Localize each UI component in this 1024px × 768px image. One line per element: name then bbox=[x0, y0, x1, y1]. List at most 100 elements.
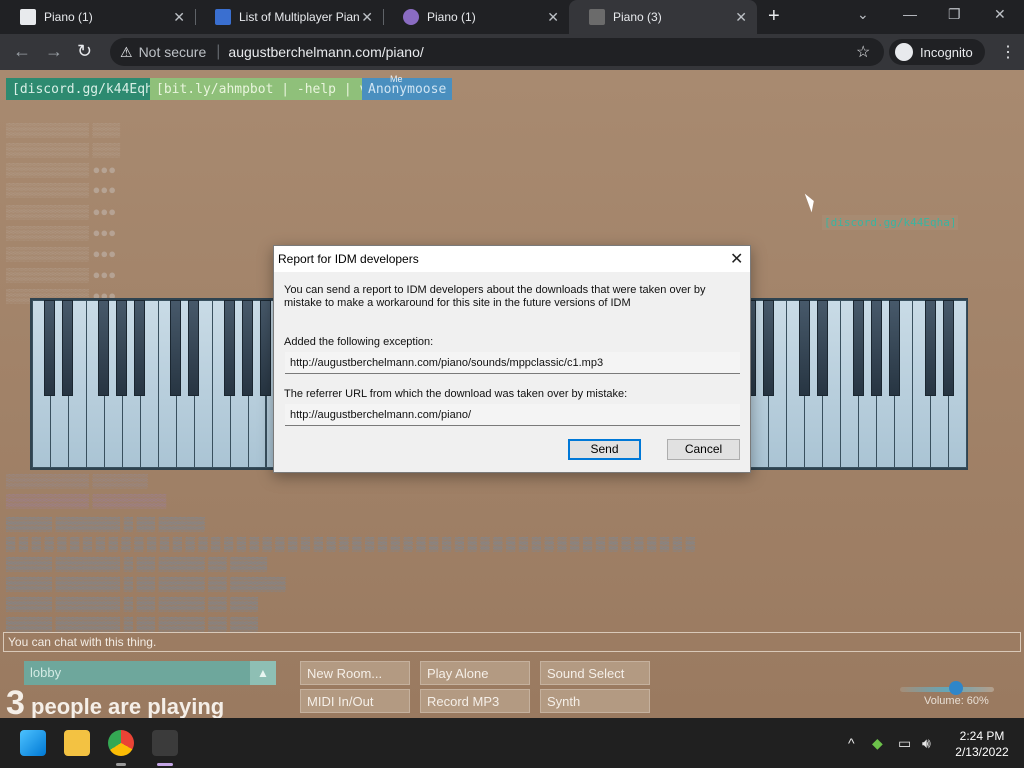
back-arrow-icon[interactable]: ← bbox=[13, 41, 31, 62]
player-count-label: people are playing bbox=[31, 694, 225, 718]
incognito-label: Incognito bbox=[920, 44, 973, 60]
page-favicon-icon bbox=[215, 9, 231, 25]
security-label[interactable]: Not secure bbox=[139, 44, 207, 60]
idm-icon[interactable] bbox=[152, 730, 178, 756]
midi-button[interactable]: MIDI In/Out bbox=[300, 689, 410, 713]
close-icon[interactable]: ✕ bbox=[361, 9, 373, 26]
piano-black-key[interactable] bbox=[798, 300, 810, 396]
incognito-button[interactable]: Incognito bbox=[889, 39, 985, 65]
tab-title: Piano (3) bbox=[613, 10, 662, 24]
synth-button[interactable]: Synth bbox=[540, 689, 650, 713]
piano-favicon-icon bbox=[20, 9, 36, 25]
me-tag: Me bbox=[390, 74, 403, 84]
record-mp3-button[interactable]: Record MP3 bbox=[420, 689, 530, 713]
window-close-icon[interactable]: ✕ bbox=[994, 6, 1006, 23]
exception-url-field[interactable]: http://augustberchelmann.com/piano/sound… bbox=[285, 352, 740, 374]
piano-black-key[interactable] bbox=[816, 300, 828, 396]
close-icon[interactable]: ✕ bbox=[173, 9, 185, 26]
piano-black-key[interactable] bbox=[852, 300, 864, 396]
close-icon[interactable]: ✕ bbox=[730, 249, 743, 269]
chevron-up-icon[interactable]: ▲ bbox=[250, 661, 276, 685]
chat-history-line: ▒▒▒▒▒▒▒▒▒ ▒▒▒▒▒▒ bbox=[6, 473, 148, 488]
dialog-message: You can send a report to IDM developers … bbox=[284, 284, 706, 309]
chat-history-line: ▒▒▒▒▒ ▒▒▒▒▒▒▒ ▒ ▒▒ ▒▒▒▒▒ bbox=[6, 516, 205, 531]
tab-piano-3[interactable]: Piano (3) ✕ bbox=[569, 0, 757, 34]
chat-history-line: ▒▒▒▒▒▒▒▒▒ ▒▒▒▒▒▒▒▒ bbox=[6, 493, 167, 508]
windows-start-icon[interactable] bbox=[20, 730, 46, 756]
piano-black-key[interactable] bbox=[44, 300, 56, 396]
forward-arrow-icon[interactable]: → bbox=[45, 41, 63, 62]
piano-black-key[interactable] bbox=[260, 300, 271, 396]
piano-black-key[interactable] bbox=[242, 300, 254, 396]
warning-icon[interactable]: ⚠ bbox=[120, 44, 133, 61]
idm-tray-icon[interactable]: ◆ bbox=[872, 735, 883, 752]
url-text[interactable]: augustberchelmann.com/piano/ bbox=[228, 44, 423, 60]
tab-piano-1[interactable]: Piano (1) ✕ bbox=[0, 0, 195, 34]
tab-title: Piano (1) bbox=[44, 10, 93, 24]
referrer-label: The referrer URL from which the download… bbox=[284, 388, 628, 400]
new-tab-icon[interactable]: + bbox=[768, 5, 780, 28]
chat-history-line: ▒▒▒▒▒ ▒▒▒▒▒▒▒ ▒ ▒▒ ▒▒▒▒▒ ▒▒ ▒▒▒ bbox=[6, 596, 258, 611]
close-icon[interactable]: ✕ bbox=[735, 9, 747, 26]
chat-history-line: ▒▒▒▒▒▒▒▒▒ ●●● bbox=[6, 204, 117, 219]
windows-taskbar: ^ ◆ ▭ 🔊︎ 2:24 PM 2/13/2022 bbox=[0, 718, 1024, 768]
player-count-number: 3 bbox=[6, 684, 25, 718]
volume-slider-handle[interactable] bbox=[949, 681, 964, 695]
send-button[interactable]: Send bbox=[568, 439, 641, 460]
piano-black-key[interactable] bbox=[116, 300, 128, 396]
divider: | bbox=[216, 43, 221, 60]
chat-history-line: ▒▒▒▒▒▒▒▒▒ ▒▒▒ bbox=[6, 142, 121, 157]
chat-history-line: ▒▒▒▒▒▒▒▒▒ ●●● bbox=[6, 162, 117, 177]
dialog-title: Report for IDM developers bbox=[278, 252, 419, 266]
reload-icon[interactable]: ↻ bbox=[77, 41, 92, 62]
user-badge[interactable]: Anonymoose bbox=[362, 78, 453, 100]
tab-title: List of Multiplayer Pian bbox=[239, 10, 360, 24]
piano-favicon-icon bbox=[589, 9, 605, 25]
bookmark-star-icon[interactable]: ☆ bbox=[856, 42, 870, 62]
tab-title: Piano (1) bbox=[427, 10, 476, 24]
piano-black-key[interactable] bbox=[870, 300, 882, 396]
chat-history-line: ▒▒▒▒▒▒▒▒▒ ●●● bbox=[6, 246, 117, 261]
chat-history-line: ▒▒▒▒▒ ▒▒▒▒▒▒▒ ▒ ▒▒ ▒▒▒▒▒ ▒▒ ▒▒▒▒▒▒ bbox=[6, 576, 286, 591]
network-icon[interactable]: ▭ bbox=[898, 735, 911, 752]
new-room-button[interactable]: New Room... bbox=[300, 661, 410, 685]
volume-label: Volume: 60% bbox=[924, 695, 989, 707]
piano-black-key[interactable] bbox=[98, 300, 110, 396]
cancel-button[interactable]: Cancel bbox=[667, 439, 740, 460]
idm-report-dialog: Report for IDM developers ✕ You can send… bbox=[273, 245, 751, 473]
room-select[interactable]: lobby ▲ bbox=[24, 661, 276, 685]
browser-tab-bar: Piano (1) ✕ List of Multiplayer Pian ✕ P… bbox=[0, 0, 1024, 34]
piano-black-key[interactable] bbox=[888, 300, 900, 396]
planet-favicon-icon bbox=[403, 9, 419, 25]
chat-history-line: ▒▒▒▒▒▒▒▒▒ ▒▒▒ bbox=[6, 122, 121, 137]
file-explorer-icon[interactable] bbox=[64, 730, 90, 756]
piano-black-key[interactable] bbox=[942, 300, 954, 396]
chevron-up-icon[interactable]: ^ bbox=[848, 735, 855, 751]
piano-black-key[interactable] bbox=[224, 300, 236, 396]
system-clock[interactable]: 2:24 PM 2/13/2022 bbox=[952, 728, 1012, 760]
referrer-url-field[interactable]: http://augustberchelmann.com/piano/ bbox=[285, 404, 740, 426]
speaker-icon[interactable]: 🔊︎ bbox=[922, 735, 931, 752]
piano-black-key[interactable] bbox=[762, 300, 774, 396]
sound-select-button[interactable]: Sound Select bbox=[540, 661, 650, 685]
incognito-icon bbox=[895, 43, 913, 61]
piano-black-key[interactable] bbox=[62, 300, 74, 396]
volume-slider-track[interactable] bbox=[900, 687, 994, 692]
chat-input[interactable]: You can chat with this thing. bbox=[3, 632, 1021, 652]
chat-history-line: ▒ ▒ ▒ ▒ ▒ ▒ ▒ ▒ ▒ ▒ ▒ ▒ ▒ ▒ ▒ ▒ ▒ ▒ ▒ ▒ … bbox=[6, 536, 695, 551]
chevron-down-icon[interactable]: ⌄ bbox=[857, 6, 869, 23]
chrome-icon[interactable] bbox=[108, 730, 134, 756]
close-icon[interactable]: ✕ bbox=[547, 9, 559, 26]
piano-black-key[interactable] bbox=[924, 300, 936, 396]
restore-icon[interactable]: ❐ bbox=[948, 6, 961, 23]
chat-history-line: ▒▒▒▒▒ ▒▒▒▒▒▒▒ ▒ ▒▒ ▒▒▒▒▒ ▒▒ ▒▒▒▒ bbox=[6, 556, 268, 571]
tab-list-of-multiplayer-pianos[interactable]: List of Multiplayer Pian ✕ bbox=[195, 0, 383, 34]
play-alone-button[interactable]: Play Alone bbox=[420, 661, 530, 685]
piano-black-key[interactable] bbox=[188, 300, 200, 396]
tab-piano-1-second[interactable]: Piano (1) ✕ bbox=[383, 0, 569, 34]
piano-black-key[interactable] bbox=[134, 300, 146, 396]
more-menu-icon[interactable]: ⋮ bbox=[1000, 42, 1016, 62]
address-bar[interactable]: ⚠ Not secure | augustberchelmann.com/pia… bbox=[110, 38, 884, 66]
minimize-icon[interactable]: — bbox=[903, 6, 917, 22]
piano-black-key[interactable] bbox=[170, 300, 182, 396]
